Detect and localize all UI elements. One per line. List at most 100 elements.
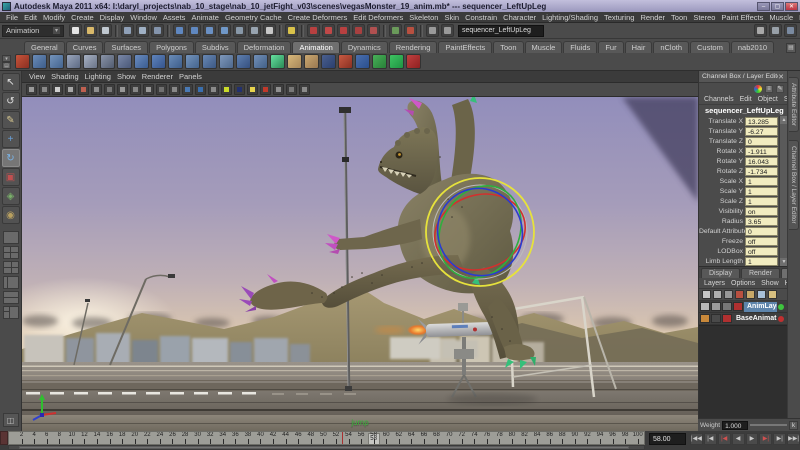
shelf-tool-icon[interactable]: [49, 54, 64, 69]
tab-attribute-editor[interactable]: Attribute Editor: [789, 77, 799, 132]
shelf-tab-nab2010[interactable]: nab2010: [731, 41, 774, 53]
weight-input[interactable]: 1.000: [722, 421, 748, 430]
shelf-tab-subdivs[interactable]: Subdivs: [195, 41, 236, 53]
layer-toggle-cell[interactable]: [700, 314, 710, 323]
menu-render[interactable]: Render: [637, 13, 668, 22]
layout-persp-out-button[interactable]: [3, 306, 19, 319]
input-connections-icon[interactable]: [248, 24, 261, 37]
paint-effects-panel-icon[interactable]: [389, 24, 402, 37]
shelf-tab-fluids[interactable]: Fluids: [563, 41, 597, 53]
shelf-tool-icon[interactable]: [168, 54, 183, 69]
play-forwards-button[interactable]: ▶: [746, 433, 759, 445]
channel-value-field[interactable]: 0: [745, 137, 778, 146]
menu-skin[interactable]: Skin: [441, 13, 462, 22]
layout-single-button[interactable]: [3, 231, 19, 244]
select-by-component-icon[interactable]: [151, 24, 164, 37]
open-scene-icon[interactable]: [84, 24, 97, 37]
layer-toolbar-icon[interactable]: [768, 290, 777, 299]
new-scene-icon[interactable]: [69, 24, 82, 37]
menu-muscle[interactable]: Muscle: [766, 13, 796, 22]
menu-skeleton[interactable]: Skeleton: [406, 13, 441, 22]
current-time-input[interactable]: 58.00: [649, 433, 686, 445]
shelf-tool-icon[interactable]: [15, 54, 30, 69]
shelf-tool-icon[interactable]: [406, 54, 421, 69]
channel-value-field[interactable]: -6.27: [745, 127, 778, 136]
rotate-tool[interactable]: ↻: [2, 149, 20, 167]
menu-set-selector[interactable]: Animation ▾: [2, 25, 64, 37]
shelf-tab-ncloth[interactable]: nCloth: [653, 41, 689, 53]
screen-ao-icon[interactable]: [169, 84, 180, 95]
layout-four-button[interactable]: [3, 246, 19, 259]
shelf-tab-curves[interactable]: Curves: [66, 41, 104, 53]
grid-display-icon[interactable]: [769, 24, 782, 37]
weight-key-button[interactable]: k: [789, 421, 798, 430]
select-tool[interactable]: ↖: [2, 73, 20, 91]
layer-menu-show[interactable]: Show: [761, 280, 779, 287]
shelf-tab-custom[interactable]: Custom: [690, 41, 730, 53]
shelf-tab-surfaces[interactable]: Surfaces: [104, 41, 148, 53]
panel-menu-lighting[interactable]: Lighting: [82, 72, 114, 81]
channel-value-field[interactable]: -1.911: [745, 147, 778, 156]
isolate-select-icon[interactable]: [221, 84, 232, 95]
layer-toolbar-icon[interactable]: [702, 290, 711, 299]
render-settings-icon[interactable]: [352, 24, 365, 37]
menu-constrain[interactable]: Constrain: [462, 13, 500, 22]
panel-menu-panels[interactable]: Panels: [176, 72, 205, 81]
shelf-tool-icon[interactable]: [355, 54, 370, 69]
shelf-tool-icon[interactable]: [117, 54, 132, 69]
move-tool[interactable]: +: [2, 130, 20, 148]
shelf-tool-icon[interactable]: [185, 54, 200, 69]
layer-row-animlayer1[interactable]: AnimLayer1: [699, 301, 787, 313]
shelf-tab-fur[interactable]: Fur: [598, 41, 623, 53]
ipr-render-icon[interactable]: [337, 24, 350, 37]
go-to-end-button[interactable]: ▶▶|: [787, 433, 800, 445]
quick-select-prev-icon[interactable]: [426, 24, 439, 37]
panel-menu-view[interactable]: View: [26, 72, 48, 81]
shelf-tool-icon[interactable]: [372, 54, 387, 69]
layer-toggle-cell[interactable]: [733, 302, 743, 311]
shelf-tab-toon[interactable]: Toon: [493, 41, 523, 53]
step-forward-key-button[interactable]: ▶|: [759, 433, 772, 445]
snap-to-grid-icon[interactable]: [173, 24, 186, 37]
show-manipulator-icon[interactable]: [754, 24, 767, 37]
go-to-start-button[interactable]: |◀◀: [690, 433, 703, 445]
minimize-button[interactable]: –: [757, 2, 770, 11]
layout-split-h-button[interactable]: [3, 291, 19, 304]
channel-menu-edit[interactable]: Edit: [740, 96, 752, 103]
layer-menu-options[interactable]: Options: [731, 280, 755, 287]
film-gate-icon[interactable]: [260, 84, 271, 95]
motion-blur-icon[interactable]: [182, 84, 193, 95]
soft-modification-tool[interactable]: ◉: [2, 206, 20, 224]
layer-toolbar-icon[interactable]: [735, 290, 744, 299]
xray-icon[interactable]: [234, 84, 245, 95]
shelf-tab-rendering[interactable]: Rendering: [389, 41, 438, 53]
paint-selection-tool[interactable]: ✎: [2, 111, 20, 129]
camera-attributes-icon[interactable]: [39, 84, 50, 95]
bookmark-icon[interactable]: [52, 84, 63, 95]
shelf-tab-polygons[interactable]: Polygons: [149, 41, 194, 53]
default-material-icon[interactable]: [247, 84, 258, 95]
menu-help[interactable]: Help: [796, 13, 800, 22]
layer-toolbar-icon[interactable]: [713, 290, 722, 299]
channel-value-field[interactable]: 1: [745, 197, 778, 206]
channel-value-field[interactable]: off: [745, 247, 778, 256]
lights-icon[interactable]: [143, 84, 154, 95]
snap-to-curve-icon[interactable]: [188, 24, 201, 37]
textured-icon[interactable]: [130, 84, 141, 95]
snap-to-point-icon[interactable]: [203, 24, 216, 37]
shelf-tool-icon[interactable]: [66, 54, 81, 69]
quick-select-next-icon[interactable]: [441, 24, 454, 37]
separator[interactable]: [167, 25, 170, 37]
fog-icon[interactable]: [208, 84, 219, 95]
hypershade-icon[interactable]: [367, 24, 380, 37]
layer-toolbar-icon[interactable]: [757, 290, 766, 299]
layout-left-col-button[interactable]: [3, 276, 19, 289]
separator[interactable]: [301, 25, 304, 37]
panel-menu-renderer[interactable]: Renderer: [139, 72, 176, 81]
menu-display[interactable]: Display: [97, 13, 128, 22]
step-back-key-button[interactable]: |◀: [718, 433, 731, 445]
shelf-arrow-icon[interactable]: ▾: [2, 55, 11, 62]
menu-create[interactable]: Create: [68, 13, 97, 22]
shelf-tool-icon[interactable]: [253, 54, 268, 69]
channel-value-field[interactable]: on: [745, 207, 778, 216]
